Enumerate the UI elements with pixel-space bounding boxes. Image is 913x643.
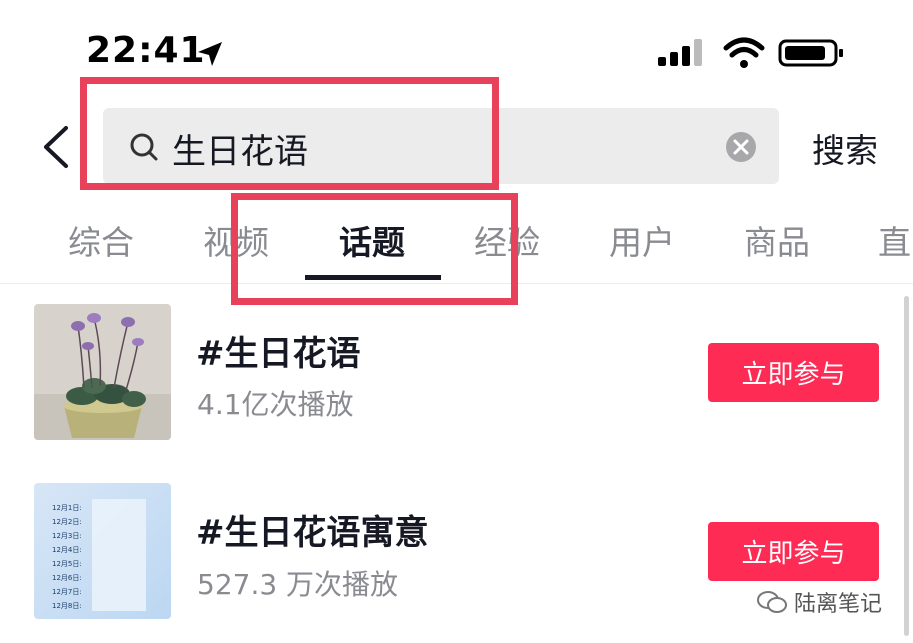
thumbnail-blur-overlay <box>92 499 146 611</box>
tab-products[interactable]: 商品 <box>744 216 810 264</box>
topic-tab-highlight-box <box>231 193 518 305</box>
thumbnail-text-line: 12月1日: <box>52 504 82 512</box>
topic-thumbnail-calendar[interactable]: 12月1日: 12月2日: 12月3日: 12月4日: 12月5日: 12月6日… <box>34 483 171 619</box>
location-arrow-icon <box>198 42 222 66</box>
status-time: 22:41 <box>86 30 206 71</box>
join-topic-button[interactable]: 立即参与 <box>708 343 879 402</box>
topic-play-count: 527.3 万次播放 <box>197 568 399 601</box>
tab-live[interactable]: 直 <box>878 216 911 264</box>
search-highlight-box <box>80 77 499 190</box>
cellular-signal-icon <box>658 39 702 66</box>
scrollbar[interactable] <box>904 296 909 636</box>
thumbnail-text-line: 12月2日: <box>52 518 82 526</box>
topic-thumbnail-flower[interactable] <box>34 304 171 440</box>
watermark: 陆离笔记 <box>756 586 882 618</box>
thumbnail-text-line: 12月8日: <box>52 602 82 610</box>
tab-users[interactable]: 用户 <box>609 216 675 264</box>
join-topic-button[interactable]: 立即参与 <box>708 522 879 581</box>
topic-play-count: 4.1亿次播放 <box>197 388 354 421</box>
thumbnail-text-line: 12月3日: <box>52 532 82 540</box>
wifi-icon <box>723 37 765 68</box>
clear-icon[interactable] <box>724 130 758 164</box>
back-arrow-icon[interactable] <box>38 124 74 170</box>
battery-icon <box>778 39 843 67</box>
thumbnail-text-line: 12月5日: <box>52 560 82 568</box>
thumbnail-text-line: 12月6日: <box>52 574 82 582</box>
wechat-icon <box>757 591 787 613</box>
search-button[interactable]: 搜索 <box>812 124 878 172</box>
topic-title[interactable]: #生日花语寓意 <box>196 505 429 554</box>
thumbnail-text-line: 12月7日: <box>52 588 82 596</box>
topic-title[interactable]: #生日花语 <box>196 326 361 375</box>
thumbnail-text-line: 12月4日: <box>52 546 82 554</box>
watermark-text: 陆离笔记 <box>794 592 883 617</box>
tab-comprehensive[interactable]: 综合 <box>68 216 134 264</box>
